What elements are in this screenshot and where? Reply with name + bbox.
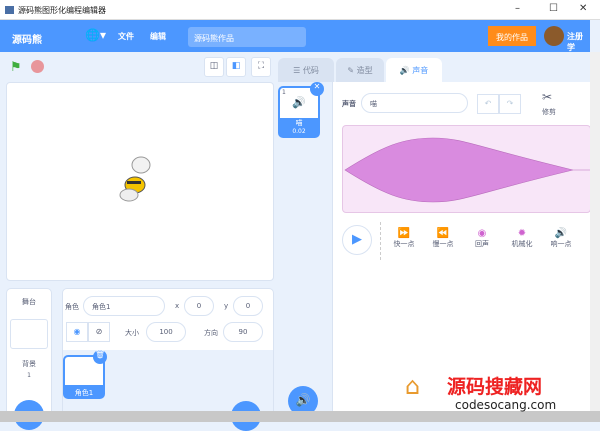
backdrop-label: 背景 — [22, 360, 36, 368]
sprite-label: 角色 — [65, 303, 79, 311]
scissors-icon[interactable]: ✂ — [542, 90, 552, 104]
project-title-input[interactable]: 源码熊作品 — [188, 27, 306, 47]
fullscreen-button[interactable]: ⛶ — [251, 57, 271, 77]
sprite-panel: 角色 角色1 x 0 y 0 ◉ ⊘ 大小 100 方向 90 角色1 🗑 — [62, 288, 274, 431]
direction-label: 方向 — [204, 329, 218, 337]
code-icon: ☰ — [293, 66, 301, 75]
hide-sprite-button[interactable]: ⊘ — [88, 322, 110, 342]
trim-label: 修剪 — [542, 108, 556, 116]
logo[interactable]: 源码熊 — [12, 31, 42, 46]
echo-icon: ◉ — [477, 228, 487, 239]
robot-icon: ✹ — [517, 228, 527, 239]
delete-sound-button[interactable]: ✕ — [310, 82, 324, 96]
play-button[interactable]: ▶ — [342, 225, 372, 255]
close-button[interactable]: ✕ — [579, 3, 587, 14]
vertical-scrollbar[interactable] — [590, 52, 600, 412]
effect-echo[interactable]: ◉ 回声 — [465, 228, 499, 249]
menu-file[interactable]: 文件 — [118, 31, 134, 42]
sprite-name-input[interactable]: 角色1 — [83, 296, 165, 316]
register-link[interactable]: 注册学 — [567, 31, 590, 53]
effect-label: 响一点 — [550, 240, 572, 248]
y-input[interactable]: 0 — [233, 296, 263, 316]
effect-slower[interactable]: ⏪ 慢一点 — [426, 228, 460, 249]
effect-label: 回声 — [475, 240, 489, 248]
speaker-icon: 🔊 — [399, 66, 410, 75]
small-stage-button[interactable]: ◫ — [204, 57, 224, 77]
size-label: 大小 — [125, 329, 139, 337]
menu-bar: 源码熊 🌐▾ 文件 编辑 源码熊作品 我的作品 注册学 — [0, 20, 590, 52]
watermark: ⌂ 源码搜藏网 codesocang.com — [405, 368, 595, 420]
waveform — [344, 137, 591, 203]
house-logo-icon: ⌂ — [405, 372, 421, 400]
divider — [380, 222, 381, 260]
sprite-cat-image[interactable] — [111, 151, 159, 211]
effect-label: 慢一点 — [432, 240, 454, 248]
my-works-button[interactable]: 我的作品 — [488, 26, 536, 46]
x-input[interactable]: 0 — [184, 296, 214, 316]
tab-code[interactable]: ☰ 代码 — [278, 58, 334, 82]
effect-label: 机械化 — [511, 240, 533, 248]
menu-edit[interactable]: 编辑 — [150, 31, 166, 42]
effect-louder[interactable]: 🔊 响一点 — [544, 228, 578, 249]
tab-label: 声音 — [412, 66, 429, 75]
effect-robot[interactable]: ✹ 机械化 — [505, 228, 539, 249]
normal-stage-button[interactable]: ◧ — [226, 57, 246, 77]
title-bar: 源码熊图形化编程编辑器 – ☐ ✕ — [0, 0, 600, 20]
stop-icon[interactable] — [31, 60, 44, 73]
backdrop-count: 1 — [27, 372, 31, 379]
green-flag-icon[interactable]: ⚑ — [10, 60, 22, 75]
x-label: x — [175, 302, 180, 310]
effect-label: 快一点 — [393, 240, 415, 248]
brush-icon: ✎ — [347, 66, 355, 75]
stage-thumbnail[interactable] — [10, 319, 48, 349]
delete-sprite-icon[interactable]: 🗑 — [93, 350, 107, 364]
stage-panel[interactable]: 舞台 背景 1 — [6, 288, 52, 418]
tab-label: 造型 — [356, 66, 373, 75]
avatar[interactable] — [544, 26, 564, 46]
tab-costumes[interactable]: ✎ 造型 — [336, 58, 384, 82]
undo-button[interactable]: ↶ — [477, 94, 499, 114]
watermark-url: codesocang.com — [455, 398, 557, 412]
sound-name-label: 声音 — [342, 100, 356, 108]
maximize-button[interactable]: ☐ — [549, 3, 558, 14]
effect-faster[interactable]: ⏩ 快一点 — [387, 228, 421, 249]
minimize-button[interactable]: – — [515, 3, 520, 14]
waveform-panel[interactable] — [342, 125, 591, 213]
sound-name-input[interactable]: 喵 — [361, 93, 468, 113]
slower-icon: ⏪ — [436, 228, 450, 239]
sound-duration: 0.02 — [292, 128, 306, 135]
window-title: 源码熊图形化编程编辑器 — [18, 6, 106, 15]
app-icon — [5, 6, 14, 14]
speaker-icon: 🔊 — [292, 96, 306, 109]
sprite-item-name: 角色1 — [74, 389, 94, 397]
stage-title: 舞台 — [22, 298, 36, 306]
sound-index: 1 — [282, 89, 286, 96]
y-label: y — [224, 302, 229, 310]
direction-input[interactable]: 90 — [223, 322, 263, 342]
show-sprite-button[interactable]: ◉ — [66, 322, 88, 342]
language-icon[interactable]: 🌐▾ — [85, 28, 106, 42]
sound-name: 喵 — [295, 119, 303, 127]
size-input[interactable]: 100 — [146, 322, 186, 342]
louder-icon: 🔊 — [554, 228, 568, 239]
sound-editor: 声音 喵 ↶ ↷ ✂ 修剪 ▶ ⏩ 快一点 ⏪ 慢一点 ◉ 回声 ✹ 机械化 🔊 响一点 — [332, 82, 591, 412]
faster-icon: ⏩ — [397, 228, 411, 239]
redo-button[interactable]: ↷ — [499, 94, 521, 114]
stage-canvas[interactable] — [6, 82, 274, 281]
tab-sounds[interactable]: 🔊 声音 — [386, 58, 442, 82]
watermark-text: 源码搜藏网 — [447, 376, 543, 398]
tab-label: 代码 — [302, 66, 319, 75]
